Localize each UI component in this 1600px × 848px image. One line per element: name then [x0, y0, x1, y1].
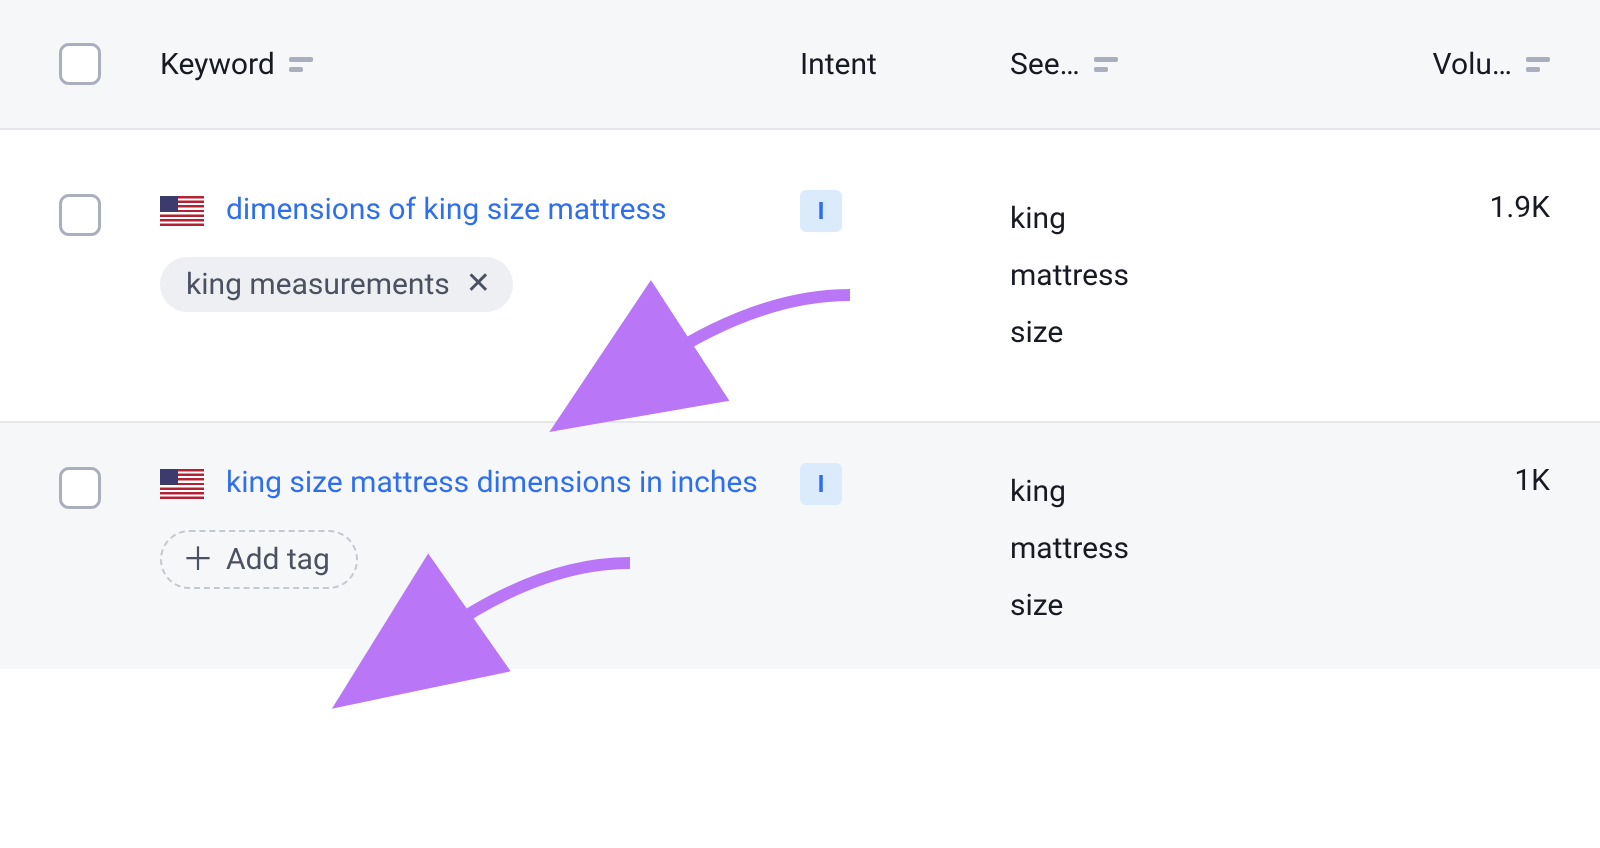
tag-label: king measurements	[186, 267, 450, 302]
table-row: king size mattress dimensions in inches …	[0, 423, 1600, 669]
seed-item: mattress	[1010, 520, 1340, 577]
add-tag-button[interactable]: ＋ Add tag	[160, 530, 358, 589]
add-tag-label: Add tag	[226, 542, 330, 577]
column-volume[interactable]: Volu…	[1340, 47, 1600, 82]
column-intent[interactable]: Intent	[800, 47, 1010, 82]
row-checkbox[interactable]	[59, 467, 101, 509]
tag-chip[interactable]: king measurements ✕	[160, 257, 513, 312]
annotation-arrow	[640, 290, 860, 418]
seed-list: king mattress size	[1010, 190, 1340, 361]
seed-item: size	[1010, 304, 1340, 361]
intent-badge: I	[800, 463, 842, 505]
remove-tag-icon[interactable]: ✕	[466, 269, 491, 299]
column-keyword[interactable]: Keyword	[160, 47, 800, 82]
keyword-link[interactable]: dimensions of king size mattress	[226, 190, 667, 231]
column-seed-label: See…	[1010, 47, 1080, 82]
flag-us-icon	[160, 469, 204, 499]
volume-value: 1K	[1514, 463, 1550, 498]
keyword-link[interactable]: king size mattress dimensions in inches	[226, 463, 758, 504]
seed-item: size	[1010, 577, 1340, 634]
select-all-checkbox[interactable]	[59, 43, 101, 85]
column-seed[interactable]: See…	[1010, 47, 1340, 82]
column-keyword-label: Keyword	[160, 47, 275, 82]
column-volume-label: Volu…	[1433, 47, 1512, 82]
seed-item: king	[1010, 463, 1340, 520]
seed-item: mattress	[1010, 247, 1340, 304]
row-checkbox[interactable]	[59, 194, 101, 236]
table-header: Keyword Intent See… Volu…	[0, 0, 1600, 130]
annotation-arrow	[420, 558, 640, 686]
table-row: dimensions of king size mattress king me…	[0, 130, 1600, 423]
seed-item: king	[1010, 190, 1340, 247]
sort-icon	[289, 57, 313, 72]
column-intent-label: Intent	[800, 47, 877, 82]
sort-icon	[1094, 57, 1118, 72]
plus-icon: ＋	[182, 543, 214, 575]
volume-value: 1.9K	[1490, 190, 1550, 225]
flag-us-icon	[160, 196, 204, 226]
keyword-table: Keyword Intent See… Volu… dimensions of …	[0, 0, 1600, 669]
seed-list: king mattress size	[1010, 463, 1340, 634]
sort-icon	[1526, 57, 1550, 72]
intent-badge: I	[800, 190, 842, 232]
